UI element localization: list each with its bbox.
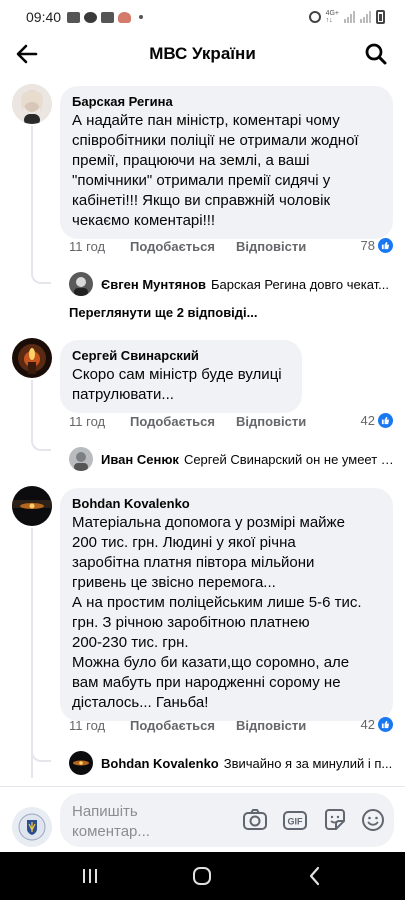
reaction-count[interactable]: 42: [361, 717, 393, 732]
status-bar: 09:40 4G+ ↑↓: [0, 0, 405, 34]
avatar[interactable]: [12, 338, 52, 378]
comment-text: Скоро сам міністр буде вулиці патрулюват…: [72, 366, 282, 403]
like-button[interactable]: Подобається: [130, 414, 236, 429]
comment-text: Матеріальна допомога у розмірі майже 200…: [72, 514, 362, 711]
svg-text:GIF: GIF: [288, 817, 304, 827]
avatar[interactable]: [12, 486, 52, 526]
reply-snippet: Барская Регина довго чекат...: [211, 276, 389, 292]
reply-snippet: Сергей Свинарский он не умеет !...: [183, 451, 395, 467]
emoji-button[interactable]: [360, 807, 386, 833]
reply-preview[interactable]: Bohdan Kovalenko Звичайно я за минулий і…: [69, 751, 395, 775]
reply-button[interactable]: Відповісти: [236, 718, 306, 733]
sunset-photo-icon: [12, 486, 52, 526]
page-avatar: [12, 807, 52, 847]
thread-connector: [31, 270, 51, 284]
sticker-icon: [325, 809, 345, 830]
reply-author: Bohdan Kovalenko: [101, 755, 219, 771]
reply-button[interactable]: Відповісти: [236, 414, 306, 429]
thread-line: [31, 528, 33, 778]
battery-icon: [376, 10, 385, 24]
comment-time[interactable]: 11 год: [69, 718, 130, 733]
comment-author[interactable]: Bohdan Kovalenko: [72, 495, 383, 512]
like-button[interactable]: Подобається: [130, 718, 236, 733]
thread-line: [31, 126, 33, 271]
app-heart-icon: [118, 11, 132, 23]
search-icon: [365, 43, 387, 65]
reaction-number: 78: [360, 238, 375, 253]
thumbs-up-icon: [378, 238, 393, 253]
thread-connector: [31, 437, 51, 451]
reaction-count[interactable]: 78: [361, 238, 393, 253]
thread-line: [31, 380, 33, 438]
candle-photo-icon: [12, 338, 52, 378]
reply-button[interactable]: Відповісти: [236, 239, 306, 254]
thumbs-up-icon: [378, 413, 393, 428]
comment-input[interactable]: Напишіть коментар... GIF: [60, 793, 394, 847]
comment-text: А надайте пан міністр, коментарі чому сп…: [72, 112, 359, 229]
reaction-number: 42: [360, 413, 375, 428]
gif-button[interactable]: GIF: [282, 807, 308, 833]
reaction-count[interactable]: 42: [361, 413, 393, 428]
reply-author: Иван Сенюк: [101, 451, 179, 467]
thread-connector: [31, 748, 51, 762]
system-icons: 4G+ ↑↓: [308, 10, 385, 24]
avatar: [69, 751, 93, 775]
system-navigation-bar: [0, 852, 405, 900]
page-title: МВС України: [149, 44, 256, 63]
status-time: 09:40: [26, 9, 62, 25]
recent-apps-icon: [83, 869, 97, 883]
comment-author[interactable]: Сергей Свинарский: [72, 347, 292, 364]
avatar[interactable]: [12, 84, 52, 124]
comment-actions: 11 год Подобається Відповісти: [69, 718, 306, 733]
signal-icon: [344, 11, 355, 23]
comment-actions: 11 год Подобається Відповісти: [69, 239, 306, 254]
alarm-icon: [308, 11, 321, 23]
comment-composer: Напишіть коментар... GIF: [0, 786, 405, 852]
reply-preview[interactable]: Євген Мунтянов Барская Регина довго чека…: [69, 272, 395, 296]
sticker-button[interactable]: [322, 807, 348, 833]
recent-apps-button[interactable]: [78, 866, 102, 886]
camera-icon: [243, 809, 267, 830]
comment-time[interactable]: 11 год: [69, 414, 130, 429]
gif-icon: GIF: [283, 811, 307, 830]
comment-author[interactable]: Барская Регина: [72, 93, 383, 110]
like-button[interactable]: Подобається: [130, 239, 236, 254]
signal-2-icon: [360, 11, 371, 23]
home-icon: [193, 867, 211, 885]
reaction-number: 42: [360, 717, 375, 732]
back-nav-button[interactable]: [303, 866, 327, 886]
ministry-emblem-icon: [18, 813, 46, 841]
reply-snippet: Звичайно я за минулий і п...: [223, 755, 393, 771]
notification-icons: [67, 11, 144, 23]
comment-time[interactable]: 11 год: [69, 239, 130, 254]
view-more-replies-link[interactable]: Переглянути ще 2 відповіді...: [69, 305, 258, 320]
comment-actions: 11 год Подобається Відповісти: [69, 414, 306, 429]
avatar: [69, 447, 93, 471]
avatar: [69, 272, 93, 296]
network-type-icon: 4G+ ↑↓: [325, 10, 339, 24]
more-notifications-icon: [139, 15, 144, 19]
comment-input-placeholder: Напишіть коментар...: [72, 803, 150, 840]
search-button[interactable]: [363, 41, 389, 67]
emoji-icon: [362, 809, 384, 831]
comment-bubble[interactable]: Bohdan Kovalenko Матеріальна допомога у …: [60, 488, 393, 721]
top-bar: МВС України: [0, 34, 405, 74]
gallery-icon: [67, 11, 81, 23]
messenger-icon: [101, 11, 115, 23]
home-button[interactable]: [190, 866, 214, 886]
reply-preview[interactable]: Иван Сенюк Сергей Свинарский он не умеет…: [69, 447, 395, 471]
comment-bubble[interactable]: Сергей Свинарский Скоро сам міністр буде…: [60, 340, 302, 413]
thumbs-up-icon: [378, 717, 393, 732]
whatsapp-icon: [84, 11, 98, 23]
camera-button[interactable]: [242, 807, 268, 833]
reply-author: Євген Мунтянов: [101, 276, 206, 292]
comment-bubble[interactable]: Барская Регина А надайте пан міністр, ко…: [60, 86, 393, 239]
chevron-left-icon: [309, 866, 320, 886]
user-photo-icon: [12, 84, 52, 124]
